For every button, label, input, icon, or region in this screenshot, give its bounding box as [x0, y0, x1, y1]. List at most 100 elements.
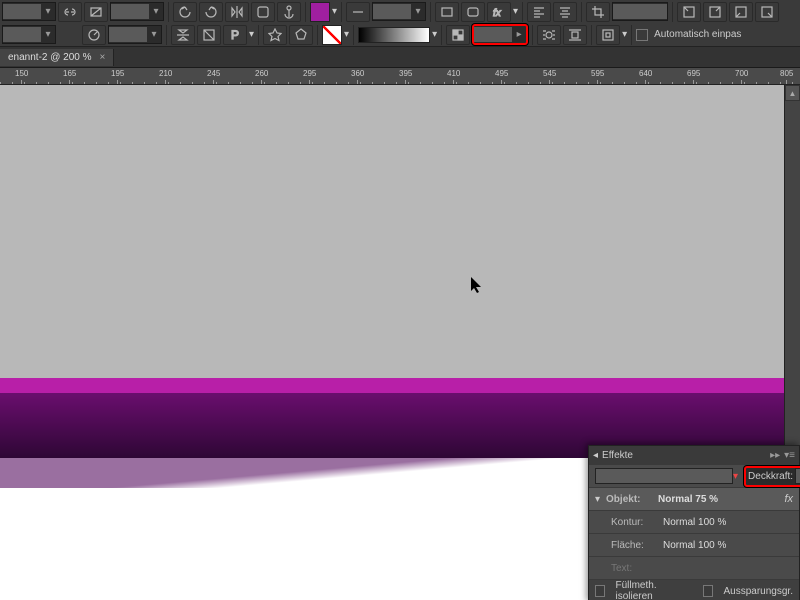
dropdown-icon[interactable]: ▾ — [733, 471, 738, 482]
gradient-preview[interactable] — [358, 27, 430, 43]
dropdown-icon[interactable]: ▾ — [432, 29, 437, 40]
dropdown-icon[interactable]: ▾ — [41, 3, 55, 20]
knockout-label: Aussparungsgr. — [723, 586, 793, 597]
frame-tr-icon[interactable] — [703, 2, 727, 22]
document-tabbar: enannt-2 @ 200 % × — [0, 47, 800, 68]
fill-label: Fläche: — [611, 540, 657, 551]
fill-swatch[interactable] — [310, 2, 330, 22]
zoom-input-2[interactable]: 100 % — [3, 27, 41, 42]
autofit-checkbox[interactable] — [636, 29, 648, 41]
rotate-ccw-icon[interactable] — [173, 2, 197, 22]
panel-titlebar[interactable]: ◂ Effekte ▸▸ ▾≡ — [589, 446, 799, 464]
panel-expand-icon[interactable]: ▸▸ — [770, 450, 780, 461]
stroke-pt-field[interactable]: 0 Pt ▾ — [372, 2, 426, 21]
collapse-icon[interactable]: ◂ — [593, 450, 598, 461]
stroke-pt-input[interactable]: 0 Pt — [373, 4, 411, 19]
blend-mode-input[interactable]: Normal — [595, 468, 733, 484]
dropdown-icon[interactable]: ▾ — [147, 26, 161, 43]
zoom-field-1[interactable]: 100 % ▾ — [2, 2, 56, 21]
dropdown-icon[interactable]: ▾ — [344, 29, 349, 40]
dropdown-icon[interactable]: ▾ — [149, 3, 163, 20]
dropdown-icon[interactable]: ▾ — [411, 3, 425, 20]
dropdown-icon[interactable]: ▾ — [41, 26, 55, 43]
fx-icon[interactable]: fx — [487, 2, 511, 22]
document-tab-title: enannt-2 @ 200 % — [8, 52, 92, 63]
rotate-cw-icon[interactable] — [199, 2, 223, 22]
panel-opacity-input[interactable]: 75 % — [795, 468, 800, 484]
panel-footer: Füllmeth. isolieren Aussparungsgr. — [589, 579, 799, 600]
horizontal-ruler: 1501651952102452602953603954104955455956… — [0, 68, 800, 85]
align-center-icon[interactable] — [553, 2, 577, 22]
blend-opacity-row: Normal ▾ Deckkraft: 75 % ▸ — [589, 464, 799, 487]
fx-indicator-icon[interactable]: fx — [784, 493, 793, 505]
dropdown-icon[interactable]: ▸ — [512, 26, 526, 43]
angle-field-2[interactable]: 0° ▾ — [108, 25, 162, 44]
star-icon[interactable] — [263, 25, 287, 45]
isolate-blend-label: Füllmeth. isolieren — [615, 580, 684, 600]
stroke-weight-icon[interactable] — [346, 2, 370, 22]
link-icon[interactable] — [58, 2, 82, 22]
stroke-label: Kontur: — [611, 517, 657, 528]
rounded-rect-icon[interactable] — [461, 2, 485, 22]
panel-title: Effekte — [602, 450, 633, 461]
zoom-input-1[interactable]: 100 % — [3, 4, 41, 19]
toolbar-row-2: 100 % ▾ 0° ▾ P ▾ ▾ ▾ 75 % ▸ — [0, 23, 800, 46]
main-toolbar: 100 % ▾ 0° ▾ ▾ 0 Pt ▾ fx ▾ — [0, 0, 800, 47]
panel-menu-icon[interactable]: ▾≡ — [784, 450, 795, 461]
document-tab[interactable]: enannt-2 @ 200 % × — [0, 49, 114, 66]
opacity-field-highlighted[interactable]: 75 % ▸ — [472, 24, 528, 45]
text-wrap-options-icon[interactable] — [563, 25, 587, 45]
angle-input-1[interactable]: 0° — [111, 4, 149, 19]
text-label: Text: — [611, 563, 657, 574]
panel-opacity-field-highlighted[interactable]: Deckkraft: 75 % ▸ — [744, 466, 800, 487]
rotate-angle-icon[interactable] — [82, 25, 106, 45]
frame-bl-icon[interactable] — [729, 2, 753, 22]
object-value: Normal 75 % — [658, 494, 718, 505]
blend-mode-field[interactable]: Normal ▾ — [595, 468, 738, 484]
frame-tl-icon[interactable] — [677, 2, 701, 22]
dimension-input[interactable]: 4,233 mm — [613, 4, 667, 19]
stroke-value: Normal 100 % — [663, 517, 726, 528]
dropdown-icon[interactable]: ▾ — [249, 29, 254, 40]
text-row[interactable]: Text: — [589, 556, 799, 579]
object-label: Objekt: — [606, 494, 652, 505]
rect-icon[interactable] — [435, 2, 459, 22]
fill-value: Normal 100 % — [663, 540, 726, 551]
object-row[interactable]: ▾ Objekt: Normal 75 % fx — [589, 487, 799, 510]
row-toggle-icon[interactable]: ▾ — [595, 494, 600, 505]
stroke-swatch[interactable] — [322, 25, 342, 45]
zoom-field-2[interactable]: 100 % ▾ — [2, 25, 56, 44]
polygon-icon[interactable] — [289, 25, 313, 45]
fill-row[interactable]: Fläche: Normal 100 % — [589, 533, 799, 556]
toolbar-row-1: 100 % ▾ 0° ▾ ▾ 0 Pt ▾ fx ▾ — [0, 0, 800, 23]
opacity-label: Deckkraft: — [748, 471, 793, 482]
flip-v-icon[interactable] — [171, 25, 195, 45]
shear-icon[interactable] — [84, 2, 108, 22]
scroll-up-icon[interactable]: ▲ — [785, 85, 800, 101]
flip-h-icon[interactable] — [225, 2, 249, 22]
magenta-band[interactable] — [0, 378, 785, 393]
svg-text:P: P — [231, 28, 239, 42]
dropdown-icon[interactable]: ▾ — [332, 6, 337, 17]
crop-icon[interactable] — [586, 2, 610, 22]
corner-options-icon[interactable] — [251, 2, 275, 22]
opacity-icon[interactable] — [446, 25, 470, 45]
type-path-icon[interactable]: P — [223, 25, 247, 45]
isolate-blend-checkbox[interactable] — [595, 585, 605, 597]
dropdown-icon[interactable]: ▾ — [622, 29, 627, 40]
opacity-input[interactable]: 75 % — [474, 27, 512, 42]
angle-field-1[interactable]: 0° ▾ — [110, 2, 164, 21]
effects-panel: ◂ Effekte ▸▸ ▾≡ Normal ▾ Deckkraft: 75 %… — [588, 445, 800, 600]
align-left-icon[interactable] — [527, 2, 551, 22]
clear-transform-icon[interactable] — [197, 25, 221, 45]
anchor-icon[interactable] — [277, 2, 301, 22]
dropdown-icon[interactable]: ▾ — [513, 6, 518, 17]
stroke-row[interactable]: Kontur: Normal 100 % — [589, 510, 799, 533]
angle-input-2[interactable]: 0° — [109, 27, 147, 42]
frame-br-icon[interactable] — [755, 2, 779, 22]
fit-frame-icon[interactable] — [596, 25, 620, 45]
close-tab-icon[interactable]: × — [100, 52, 106, 63]
knockout-checkbox[interactable] — [703, 585, 713, 597]
dimension-field[interactable]: 4,233 mm — [612, 2, 668, 21]
text-wrap-icon[interactable] — [537, 25, 561, 45]
